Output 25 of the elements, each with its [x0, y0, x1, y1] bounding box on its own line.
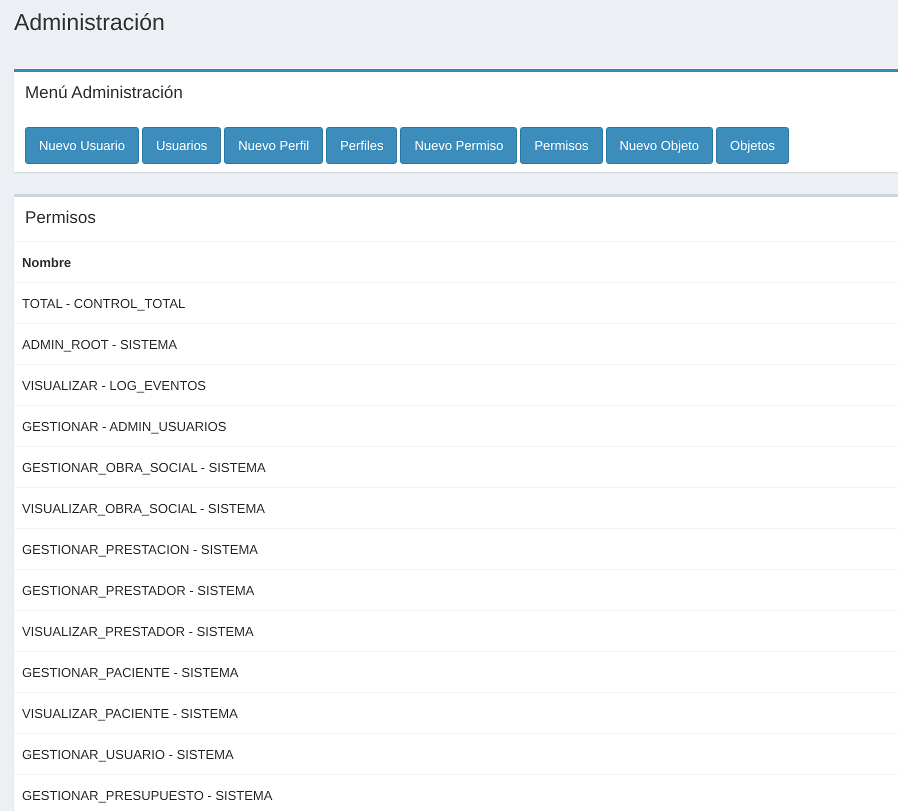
card-title: Permisos: [25, 208, 96, 228]
column-header: Nombre: [14, 242, 898, 282]
page-title: Administración: [13, 8, 166, 37]
card-title: Menú Administración: [25, 83, 183, 103]
table-cell: GESTIONAR_USUARIO - SISTEMA: [14, 734, 898, 774]
menu-button[interactable]: Perfiles: [326, 127, 398, 164]
table-cell: ADMIN_ROOT - SISTEMA: [14, 324, 898, 364]
table-cell: GESTIONAR_PRESUPUESTO - SISTEMA: [14, 774, 898, 811]
table-cell: VISUALIZAR_PRESTADOR - SISTEMA: [14, 610, 898, 652]
table-cell: VISUALIZAR - LOG_EVENTOS: [14, 364, 898, 406]
table-cell: GESTIONAR - ADMIN_USUARIOS: [14, 406, 898, 446]
table-cell: VISUALIZAR_PACIENTE - SISTEMA: [14, 692, 898, 734]
table-cell: GESTIONAR_PRESTADOR - SISTEMA: [14, 570, 898, 610]
table-cell: TOTAL - CONTROL_TOTAL: [14, 282, 898, 324]
table-cell: GESTIONAR_OBRA_SOCIAL - SISTEMA: [14, 446, 898, 488]
menu-button[interactable]: Objetos: [716, 127, 789, 164]
menu-button[interactable]: Usuarios: [142, 127, 222, 164]
table-cell: GESTIONAR_PRESTACION - SISTEMA: [14, 528, 898, 570]
table-cell: GESTIONAR_PACIENTE - SISTEMA: [14, 652, 898, 692]
menu-button[interactable]: Nuevo Permiso: [400, 127, 518, 164]
table-cell: VISUALIZAR_OBRA_SOCIAL - SISTEMA: [14, 488, 898, 528]
menu-button[interactable]: Nuevo Usuario: [25, 127, 139, 164]
menu-button[interactable]: Permisos: [520, 127, 603, 164]
menu-button[interactable]: Nuevo Objeto: [606, 127, 714, 164]
menu-button[interactable]: Nuevo Perfil: [224, 127, 324, 164]
